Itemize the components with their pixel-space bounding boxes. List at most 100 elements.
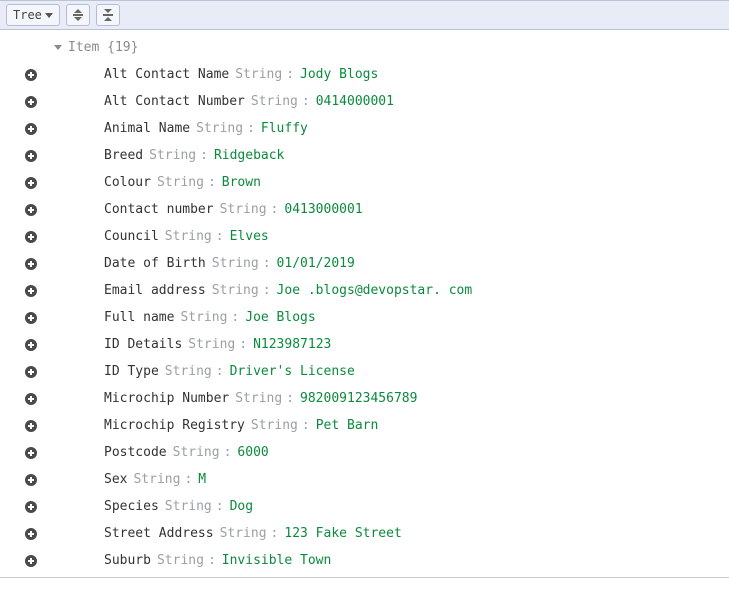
colon: : <box>263 283 271 298</box>
property-type: String <box>165 229 212 244</box>
tree-root-node[interactable]: Item {19} <box>0 34 729 61</box>
property-key: Animal Name <box>104 121 190 136</box>
property-value: 0413000001 <box>284 202 362 217</box>
add-icon[interactable] <box>24 365 38 379</box>
add-icon[interactable] <box>24 230 38 244</box>
root-count: {19} <box>107 40 138 55</box>
plus-circle-icon <box>25 447 37 459</box>
toolbar: Tree <box>0 0 729 30</box>
add-icon[interactable] <box>24 500 38 514</box>
add-icon[interactable] <box>24 527 38 541</box>
property-type: String <box>220 526 267 541</box>
plus-circle-icon <box>25 258 37 270</box>
property-type: String <box>180 310 227 325</box>
add-icon[interactable] <box>24 257 38 271</box>
tree-row[interactable]: Contact numberString:0413000001 <box>0 196 729 223</box>
property-key: Microchip Registry <box>104 418 245 433</box>
colon: : <box>271 526 279 541</box>
colon: : <box>216 364 224 379</box>
mode-select-label: Tree <box>13 8 42 22</box>
property-type: String <box>188 337 235 352</box>
add-icon[interactable] <box>24 284 38 298</box>
plus-circle-icon <box>25 285 37 297</box>
plus-circle-icon <box>25 69 37 81</box>
tree-row[interactable]: Alt Contact NameString:Jody Blogs <box>0 61 729 88</box>
property-type: String <box>165 499 212 514</box>
add-icon[interactable] <box>24 338 38 352</box>
tree-row[interactable]: Microchip NumberString:982009123456789 <box>0 385 729 412</box>
property-value: Elves <box>230 229 269 244</box>
mode-select[interactable]: Tree <box>6 4 60 26</box>
plus-circle-icon <box>25 393 37 405</box>
property-type: String <box>133 472 180 487</box>
colon: : <box>302 94 310 109</box>
property-key: Street Address <box>104 526 214 541</box>
colon: : <box>200 148 208 163</box>
property-value: 0414000001 <box>316 94 394 109</box>
property-type: String <box>196 121 243 136</box>
add-icon[interactable] <box>24 203 38 217</box>
property-type: String <box>149 148 196 163</box>
plus-circle-icon <box>25 177 37 189</box>
add-icon[interactable] <box>24 68 38 82</box>
plus-circle-icon <box>25 96 37 108</box>
tree-row[interactable]: Microchip RegistryString:Pet Barn <box>0 412 729 439</box>
collapse-all-icon <box>103 9 113 21</box>
property-key: Alt Contact Number <box>104 94 245 109</box>
tree-row[interactable]: CouncilString:Elves <box>0 223 729 250</box>
property-key: Colour <box>104 175 151 190</box>
plus-circle-icon <box>25 420 37 432</box>
colon: : <box>302 418 310 433</box>
add-icon[interactable] <box>24 392 38 406</box>
tree-row[interactable]: SuburbString:Invisible Town <box>0 547 729 574</box>
tree-row[interactable]: ColourString:Brown <box>0 169 729 196</box>
plus-circle-icon <box>25 312 37 324</box>
tree-row[interactable]: Alt Contact Number String:0414000001 <box>0 88 729 115</box>
tree-row[interactable]: Full nameString:Joe Blogs <box>0 304 729 331</box>
plus-circle-icon <box>25 501 37 513</box>
collapse-all-button[interactable] <box>96 4 120 26</box>
plus-circle-icon <box>25 366 37 378</box>
property-type: String <box>251 94 298 109</box>
property-value: Joe .blogs@devopstar. com <box>277 283 473 298</box>
tree-row[interactable]: Sex String:M <box>0 466 729 493</box>
add-icon[interactable] <box>24 473 38 487</box>
colon: : <box>216 499 224 514</box>
tree-row[interactable]: Email addressString:Joe .blogs@devopstar… <box>0 277 729 304</box>
add-icon[interactable] <box>24 176 38 190</box>
tree-row[interactable]: Date of BirthString:01/01/2019 <box>0 250 729 277</box>
property-key: Sex <box>104 472 127 487</box>
colon: : <box>239 337 247 352</box>
add-icon[interactable] <box>24 554 38 568</box>
plus-circle-icon <box>25 528 37 540</box>
property-key: Full name <box>104 310 174 325</box>
chevron-down-icon <box>54 45 62 50</box>
property-type: String <box>157 553 204 568</box>
colon: : <box>224 445 232 460</box>
property-value: Ridgeback <box>214 148 284 163</box>
tree-row[interactable]: BreedString:Ridgeback <box>0 142 729 169</box>
colon: : <box>286 391 294 406</box>
tree-row[interactable]: ID DetailsString:N123987123 <box>0 331 729 358</box>
tree-row[interactable]: Animal NameString:Fluffy <box>0 115 729 142</box>
add-icon[interactable] <box>24 95 38 109</box>
property-value: Driver's License <box>230 364 355 379</box>
property-value: Fluffy <box>261 121 308 136</box>
plus-circle-icon <box>25 123 37 135</box>
tree-row[interactable]: SpeciesString:Dog <box>0 493 729 520</box>
property-key: Postcode <box>104 445 167 460</box>
add-icon[interactable] <box>24 446 38 460</box>
colon: : <box>208 553 216 568</box>
expand-all-button[interactable] <box>66 4 90 26</box>
colon: : <box>263 256 271 271</box>
tree-row[interactable]: ID TypeString:Driver's License <box>0 358 729 385</box>
add-icon[interactable] <box>24 122 38 136</box>
add-icon[interactable] <box>24 149 38 163</box>
chevron-down-icon <box>45 13 53 18</box>
add-icon[interactable] <box>24 419 38 433</box>
plus-circle-icon <box>25 231 37 243</box>
tree-row[interactable]: Street AddressString:123 Fake Street <box>0 520 729 547</box>
property-value: Brown <box>222 175 261 190</box>
add-icon[interactable] <box>24 311 38 325</box>
tree-row[interactable]: PostcodeString:6000 <box>0 439 729 466</box>
